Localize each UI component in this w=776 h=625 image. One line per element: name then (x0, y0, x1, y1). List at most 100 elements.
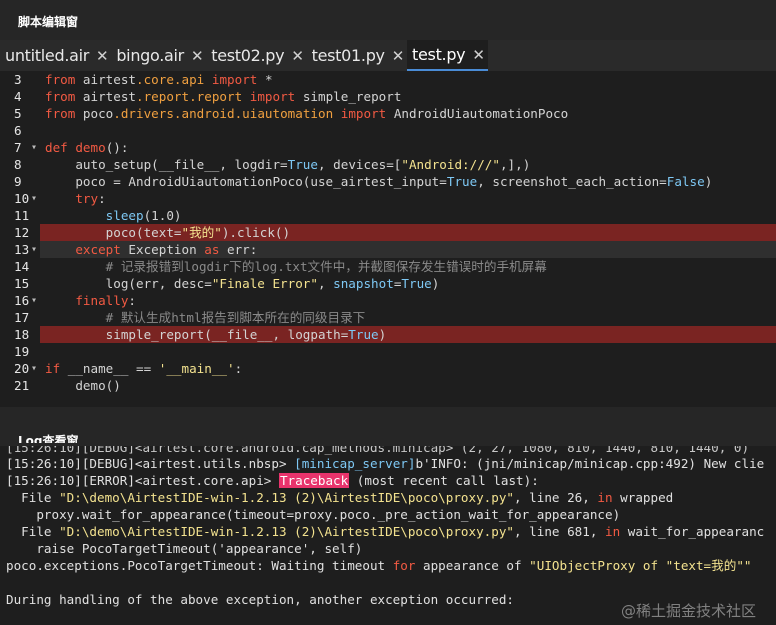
close-tab-icon[interactable]: ✕ (291, 47, 304, 65)
line-number: 21 (0, 377, 40, 394)
line-number: 13 (0, 241, 40, 258)
tab-test02-py[interactable]: test02.py ✕ (206, 40, 306, 71)
log-panel-title: Log查看窗 (0, 407, 776, 448)
code-token: # 记录报错到logdir下的log.txt文件中，并截图保存发生错误时的手机屏… (105, 259, 547, 274)
code-token: simple_report (295, 89, 402, 104)
line-number: 17 (0, 309, 40, 326)
code-token: .core.api (136, 72, 205, 87)
code-token: True (446, 174, 478, 189)
code-text: except Exception as err: (45, 241, 257, 258)
code-token: import (340, 106, 387, 121)
code-line[interactable]: 14 # 记录报错到logdir下的log.txt文件中，并截图保存发生错误时的… (0, 258, 776, 275)
code-text: poco(text="我的").click() (45, 224, 290, 241)
log-line: [15:26:10][DEBUG]<airtest.core.android.c… (0, 446, 776, 455)
tab-label: test02.py (211, 46, 285, 65)
code-text: def demo(): (45, 139, 128, 156)
code-line[interactable]: 4 from airtest.report.report import simpl… (0, 88, 776, 105)
code-text: from poco.drivers.android.uiautomation i… (45, 105, 568, 122)
log-line: proxy.wait_for_appearance(timeout=proxy.… (0, 506, 776, 523)
code-token: import (211, 72, 258, 87)
log-line: File "D:\demo\AirtestIDE-win-1.2.13 (2)\… (0, 489, 776, 506)
line-number: 9 (0, 173, 40, 190)
code-token: : (128, 293, 137, 308)
code-text: simple_report(__file__, logpath=True) (45, 326, 387, 343)
line-number: 7 (0, 139, 40, 156)
code-text: demo() (45, 377, 121, 394)
tab-label: bingo.air (116, 46, 184, 65)
code-line[interactable]: 13 except Exception as err: (0, 241, 776, 258)
code-text: poco = AndroidUiautomationPoco(use_airte… (45, 173, 712, 190)
code-token: (): (105, 140, 129, 155)
code-editor[interactable]: 3 from airtest.core.api import * 4 from air… (0, 71, 776, 407)
line-number: 15 (0, 275, 40, 292)
code-token: poco(text= (45, 225, 182, 240)
code-line[interactable]: 20 if __name__ == '__main__': (0, 360, 776, 377)
log-token: poco.exceptions.PocoTargetTimeout: Waiti… (6, 558, 393, 573)
code-line[interactable]: 7 def demo(): (0, 139, 776, 156)
code-token: from (45, 72, 76, 87)
log-viewer[interactable]: [15:26:10][DEBUG]<airtest.core.android.c… (0, 443, 776, 625)
code-token: try (75, 191, 99, 206)
close-tab-icon[interactable]: ✕ (392, 47, 405, 65)
line-number: 14 (0, 258, 40, 275)
code-token: ) (704, 174, 713, 189)
code-text: finally: (45, 292, 136, 309)
code-line[interactable]: 11 sleep(1.0) (0, 207, 776, 224)
line-number: 3 (0, 71, 40, 88)
code-line[interactable]: 17 # 默认生成html报告到脚本所在的同级目录下 (0, 309, 776, 326)
log-line: raise PocoTargetTimeout('appearance', se… (0, 540, 776, 557)
code-line[interactable]: 8 auto_setup(__file__, logdir=True, devi… (0, 156, 776, 173)
log-token: wrapped (612, 490, 674, 505)
log-token: wait_for_appearanc (620, 524, 765, 539)
code-line[interactable]: 10 try: (0, 190, 776, 207)
tab-label: untitled.air (5, 46, 90, 65)
code-token: poco (75, 106, 114, 121)
code-token: "我的" (181, 225, 222, 240)
log-token: [15:26:10][DEBUG]<airtest.core.android.c… (6, 446, 750, 455)
code-text: from airtest.core.api import * (45, 71, 273, 88)
code-line[interactable]: 19 (0, 343, 776, 360)
code-token: AndroidUiautomationPoco (386, 106, 569, 121)
log-token: File (6, 524, 60, 539)
code-line[interactable]: 12 poco(text="我的").click() (0, 224, 776, 241)
code-line[interactable]: 5 from poco.drivers.android.uiautomation … (0, 105, 776, 122)
watermark: @稀土掘金技术社区 (620, 602, 756, 620)
log-line: [15:26:10][ERROR]<airtest.core.api> Trac… (0, 472, 776, 489)
code-token: def (45, 140, 68, 155)
code-line[interactable]: 6 (0, 122, 776, 139)
line-number: 20 (0, 360, 40, 377)
line-number: 18 (0, 326, 40, 343)
code-line[interactable]: 9 poco = AndroidUiautomationPoco(use_air… (0, 173, 776, 190)
code-line[interactable]: 18 simple_report(__file__, logpath=True) (0, 326, 776, 343)
code-token: ) (378, 327, 387, 342)
close-tab-icon[interactable]: ✕ (472, 46, 485, 64)
close-tab-icon[interactable]: ✕ (191, 47, 204, 65)
tab-bingo-air[interactable]: bingo.air ✕ (111, 40, 206, 71)
code-line[interactable]: 21 demo() (0, 377, 776, 394)
log-token: b'INFO: (jni/minicap/minicap.cpp:492) Ne… (415, 456, 765, 471)
line-number: 19 (0, 343, 40, 360)
log-token: raise PocoTargetTimeout('appearance', se… (6, 541, 363, 556)
log-token: "UIObjectProxy of "text=我的"" (529, 558, 752, 573)
code-token: demo (75, 140, 106, 155)
tab-test01-py[interactable]: test01.py ✕ (307, 40, 407, 71)
line-number: 12 (0, 224, 40, 241)
log-token: in (605, 524, 621, 539)
tab-test-py[interactable]: test.py ✕ (407, 40, 488, 71)
editor-panel-title: 脚本编辑窗 (0, 0, 776, 40)
code-line[interactable]: 16 finally: (0, 292, 776, 309)
code-line[interactable]: 3 from airtest.core.api import * (0, 71, 776, 88)
log-token: File (6, 490, 60, 505)
code-token: __name__ == (60, 361, 159, 376)
tab-untitled-air[interactable]: untitled.air ✕ (0, 40, 111, 71)
log-token: for (392, 558, 416, 573)
close-tab-icon[interactable]: ✕ (96, 47, 109, 65)
code-line[interactable]: 15 log(err, desc="Finale Error", snapsho… (0, 275, 776, 292)
line-number: 16 (0, 292, 40, 309)
code-token: , devices=[ (317, 157, 402, 172)
